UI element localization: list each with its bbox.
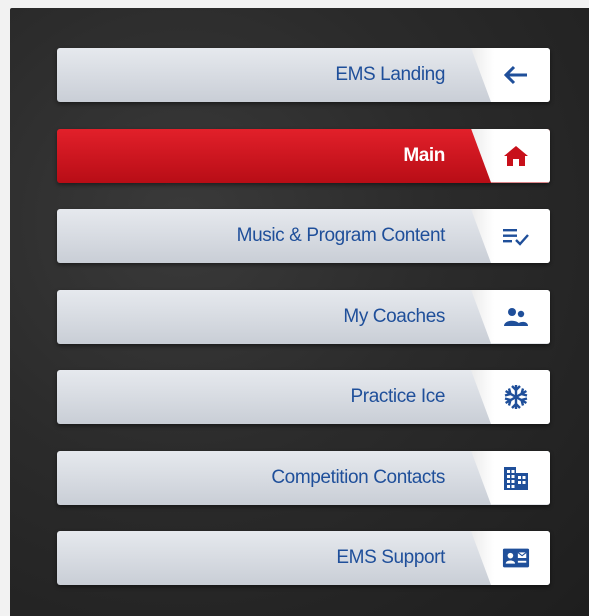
menu-item-competition-contacts[interactable]: Competition Contacts	[57, 450, 550, 505]
icon-zone	[471, 48, 550, 102]
menu-item-my-coaches[interactable]: My Coaches	[57, 289, 550, 344]
menu-item-label: Main	[403, 144, 445, 166]
menu-item-main[interactable]: Main	[57, 128, 550, 183]
people-icon	[502, 304, 530, 330]
menu-item-ems-landing[interactable]: EMS Landing	[57, 48, 550, 102]
building-icon	[502, 465, 530, 491]
menu-item-practice-ice[interactable]: Practice Ice	[57, 370, 550, 424]
icon-zone	[471, 450, 550, 505]
icon-zone	[471, 289, 550, 344]
menu-item-label: Music & Program Content	[236, 225, 446, 246]
menu-item-label: EMS Landing	[335, 64, 445, 85]
home-icon	[502, 143, 530, 169]
menu-item-ems-support[interactable]: EMS Support	[57, 531, 550, 585]
menu-item-label: Competition Contacts	[271, 466, 445, 488]
icon-zone	[471, 128, 550, 183]
icon-zone	[471, 531, 550, 585]
menu-item-label: My Coaches	[343, 305, 445, 327]
snowflake-icon	[502, 384, 530, 410]
contact-card-icon	[502, 545, 530, 571]
list-check-icon	[502, 223, 530, 249]
icon-zone	[471, 209, 550, 263]
menu-item-music-program-content[interactable]: Music & Program Content	[57, 209, 550, 263]
menu-item-label: Practice Ice	[350, 386, 446, 407]
menu-list: EMS Landing Main Music & Program Content…	[57, 48, 550, 612]
icon-zone	[471, 370, 550, 424]
menu-item-label: EMS Support	[336, 547, 445, 568]
navigation-panel: EMS Landing Main Music & Program Content…	[10, 8, 589, 616]
arrow-left-icon	[502, 62, 530, 88]
